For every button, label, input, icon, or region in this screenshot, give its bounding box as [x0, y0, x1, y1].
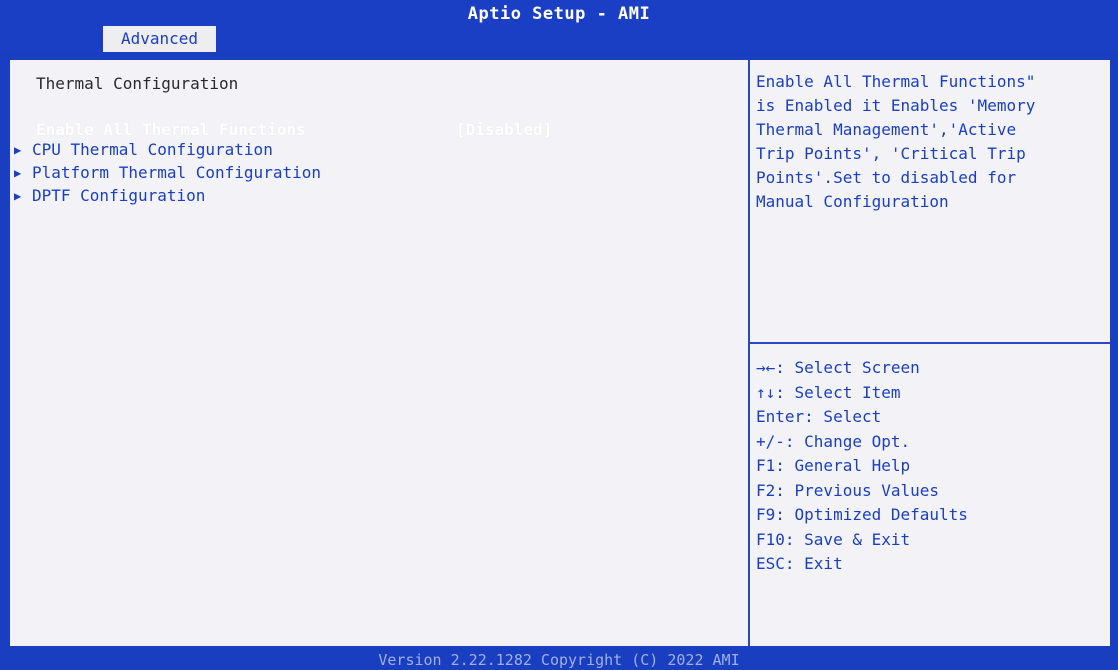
bios-screen: Aptio Setup - AMI Advanced Thermal Confi… — [0, 0, 1118, 670]
key-hint-optimized-defaults: F9: Optimized Defaults — [756, 505, 968, 524]
help-description: Enable All Thermal Functions" is Enabled… — [756, 72, 1036, 211]
help-pane: Enable All Thermal Functions" is Enabled… — [750, 60, 1110, 646]
settings-pane: Thermal Configuration Enable All Thermal… — [10, 60, 748, 646]
menu-item-dptf-configuration[interactable]: ▶ DPTF Configuration — [10, 184, 740, 208]
key-hint-enter: Enter: Select — [756, 407, 882, 426]
main-panel: Thermal Configuration Enable All Thermal… — [8, 58, 1112, 648]
key-hint-select-item: ↑↓: Select Item — [756, 382, 901, 402]
horizontal-divider — [750, 342, 1110, 344]
submenu-arrow-icon: ▶ — [14, 166, 22, 180]
submenu-arrow-icon: ▶ — [14, 189, 22, 203]
header-bar: Aptio Setup - AMI Advanced — [0, 0, 1118, 52]
key-hint-previous-values: F2: Previous Values — [756, 480, 940, 500]
app-title: Aptio Setup - AMI — [467, 4, 651, 24]
key-hint-select-screen: →←: Select Screen — [756, 358, 920, 377]
key-hint-esc-exit: ESC: Exit — [756, 554, 843, 573]
menu-item-label: CPU Thermal Configuration — [32, 140, 273, 159]
menu-item-cpu-thermal-configuration[interactable]: ▶ CPU Thermal Configuration — [10, 138, 740, 162]
submenu-arrow-icon: ▶ — [14, 143, 22, 157]
menu-item-label: DPTF Configuration — [32, 186, 206, 205]
tab-advanced[interactable]: Advanced — [103, 26, 216, 52]
page-title: Thermal Configuration — [36, 74, 239, 93]
key-hint-change-opt: +/-: Change Opt. — [756, 431, 911, 451]
footer-bar: Version 2.22.1282 Copyright (C) 2022 AMI — [0, 650, 1118, 670]
version-text: Version 2.22.1282 Copyright (C) 2022 AMI — [378, 651, 740, 669]
key-legend: →←: Select Screen ↑↓: Select Item Enter:… — [756, 356, 968, 577]
key-hint-save-exit: F10: Save & Exit — [756, 529, 911, 549]
key-hint-general-help: F1: General Help — [756, 456, 911, 475]
menu-item-platform-thermal-configuration[interactable]: ▶ Platform Thermal Configuration — [10, 161, 740, 185]
menu-item-label: Platform Thermal Configuration — [32, 163, 321, 182]
